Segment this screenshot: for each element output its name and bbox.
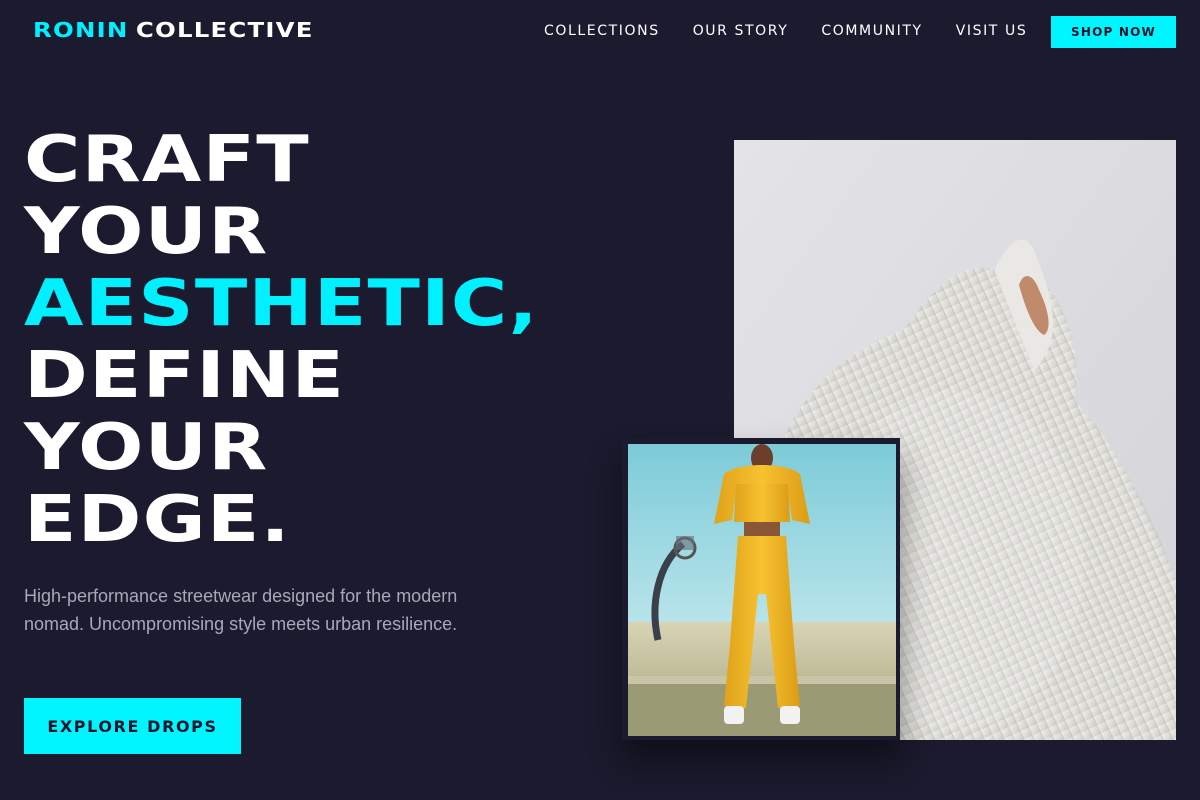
headline-highlight-line: AESTHETIC, — [24, 267, 539, 341]
headline-line: CRAFT — [24, 123, 310, 197]
headline-line: DEFINE — [24, 339, 346, 413]
explore-drops-button[interactable]: EXPLORE DROPS — [24, 698, 241, 754]
top-navigation: RONIN COLLECTIVE COLLECTIONS OUR STORY CO… — [0, 0, 1200, 62]
nav-link-community[interactable]: COMMUNITY — [821, 23, 922, 39]
nav-link-visit-us[interactable]: VISIT US — [956, 23, 1028, 39]
brand-name-accent: RONIN — [33, 18, 129, 42]
hero-headline: CRAFT YOUR AESTHETIC, DEFINE YOUR EDGE. — [24, 124, 539, 556]
brand-logo[interactable]: RONIN COLLECTIVE — [33, 18, 314, 42]
nav-link-our-story[interactable]: OUR STORY — [693, 23, 789, 39]
shop-now-button[interactable]: SHOP NOW — [1051, 16, 1176, 48]
hero-image-yellow-tracksuit — [628, 444, 896, 736]
brand-name-rest: COLLECTIVE — [135, 18, 314, 42]
nav-links: COLLECTIONS OUR STORY COMMUNITY VISIT US — [544, 23, 1027, 39]
headline-line: YOUR — [24, 411, 269, 485]
hero-subtext: High-performance streetwear designed for… — [24, 586, 458, 634]
nav-link-collections[interactable]: COLLECTIONS — [544, 23, 660, 39]
headline-line: YOUR — [24, 195, 269, 269]
headline-line: EDGE. — [24, 483, 291, 557]
